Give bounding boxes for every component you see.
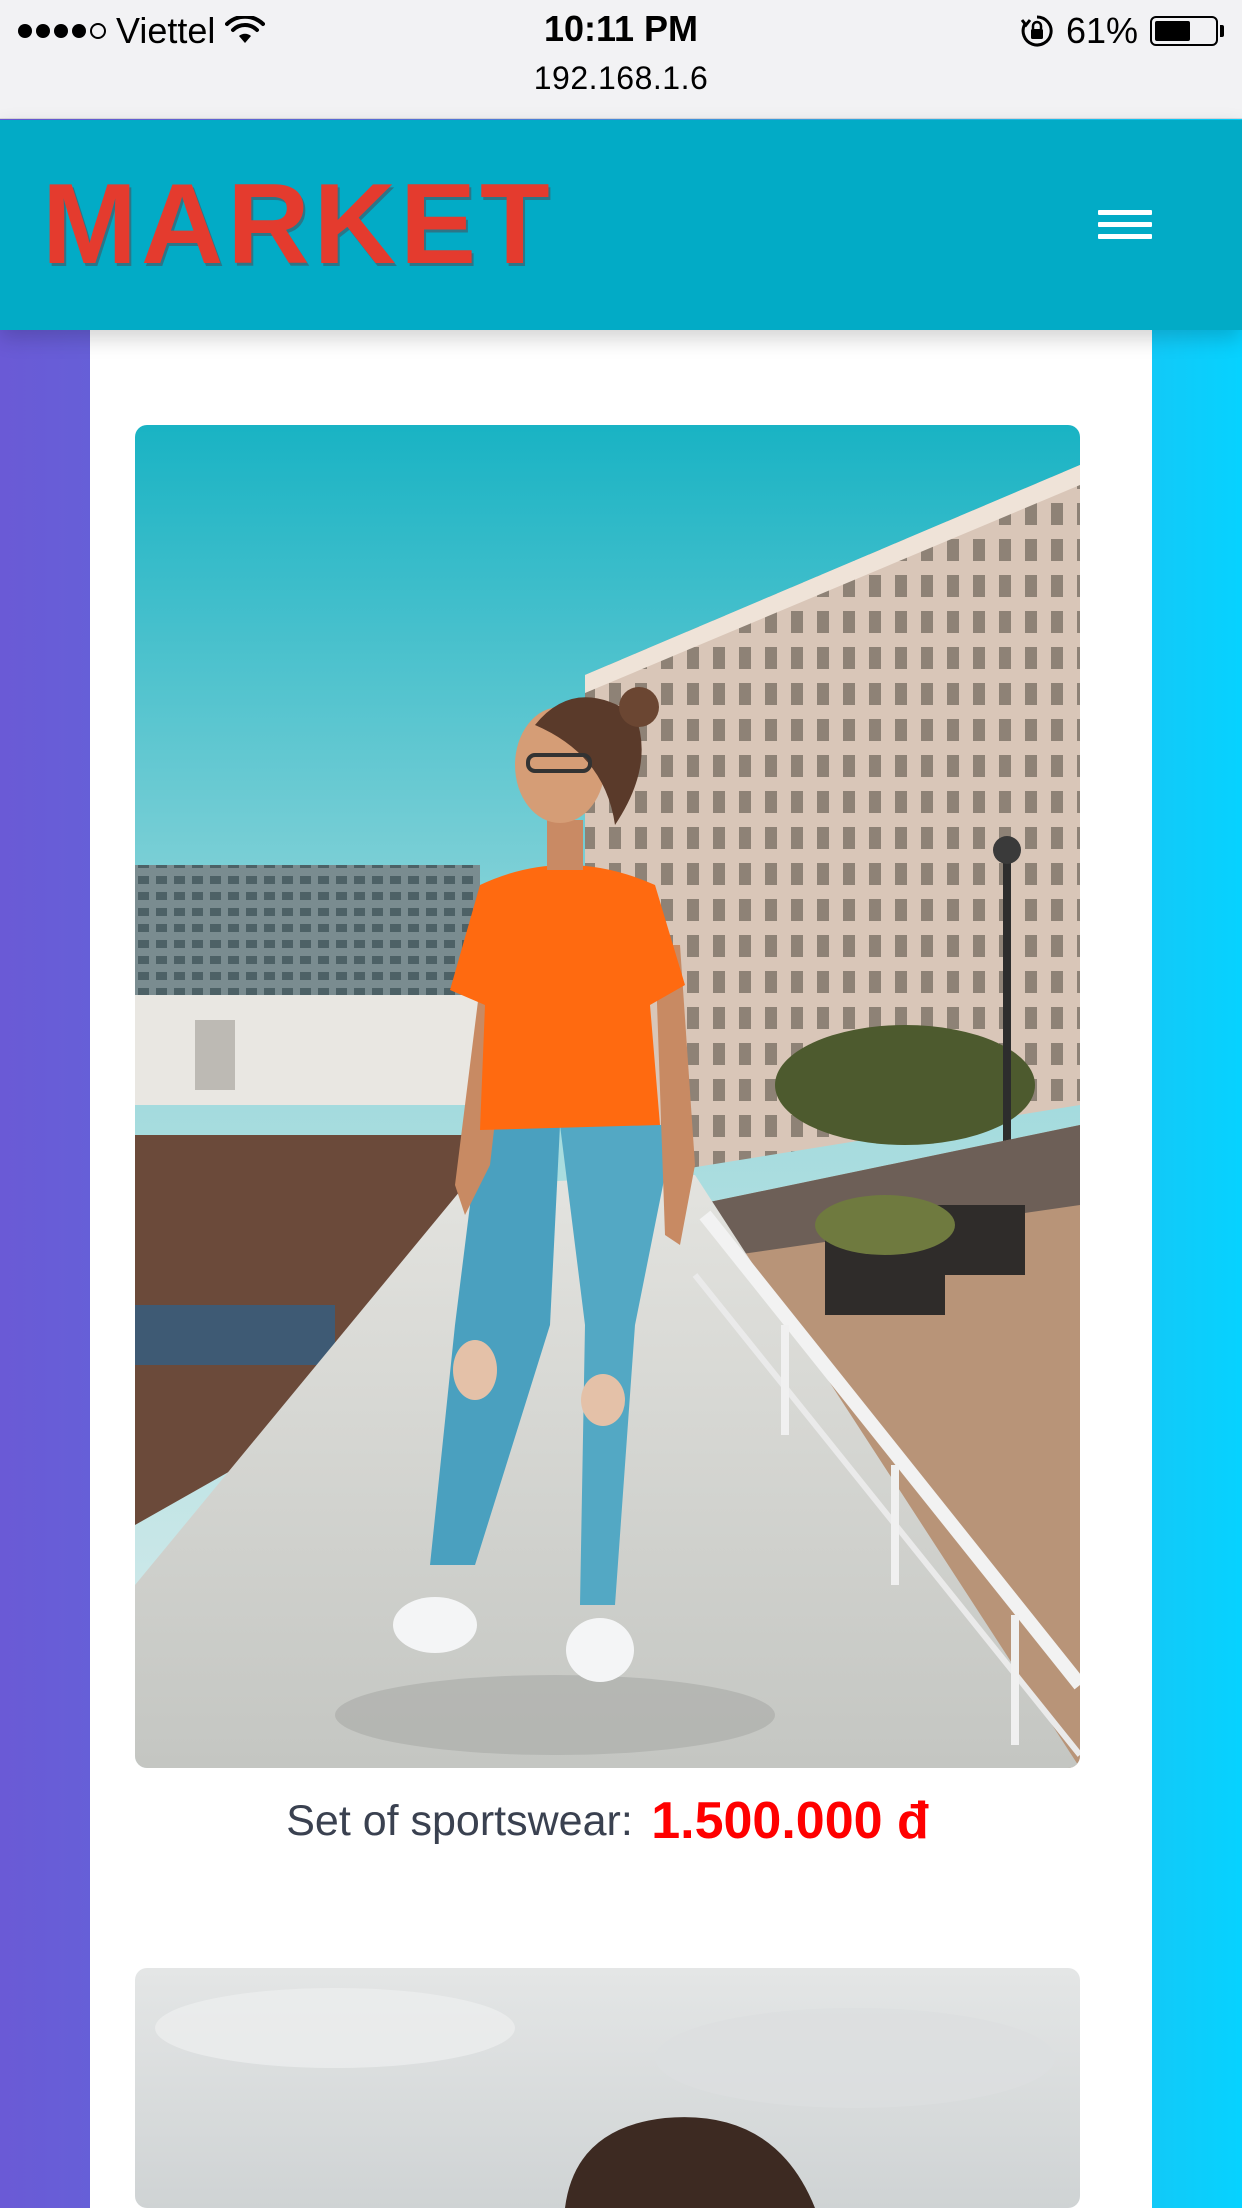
product-card[interactable] xyxy=(135,1968,1080,2208)
product-caption: Set of sportswear: 1.500.000 đ xyxy=(135,1786,1080,1856)
rotation-lock-icon xyxy=(1020,15,1053,47)
product-name: Set of sportswear: xyxy=(286,1797,633,1845)
status-right: 61% xyxy=(1020,10,1224,52)
battery-percent: 61% xyxy=(1065,10,1138,51)
product-list: Set of sportswear: 1.500.000 đ xyxy=(90,330,1152,2208)
battery-icon xyxy=(1150,16,1224,46)
address-bar-url[interactable]: 192.168.1.6 xyxy=(0,60,1242,97)
product-price: 1.500.000 đ xyxy=(651,1792,929,1850)
market-logo[interactable]: MARKET xyxy=(42,168,554,282)
product-photo[interactable] xyxy=(135,1968,1080,2208)
status-bar: Viettel 10:11 PM 192.168.1.6 61% xyxy=(0,0,1242,119)
hamburger-menu-icon[interactable] xyxy=(1090,198,1162,250)
product-card[interactable]: Set of sportswear: 1.500.000 đ xyxy=(135,425,1080,1856)
app-header: MARKET xyxy=(0,120,1242,330)
product-photo[interactable] xyxy=(135,425,1080,1768)
